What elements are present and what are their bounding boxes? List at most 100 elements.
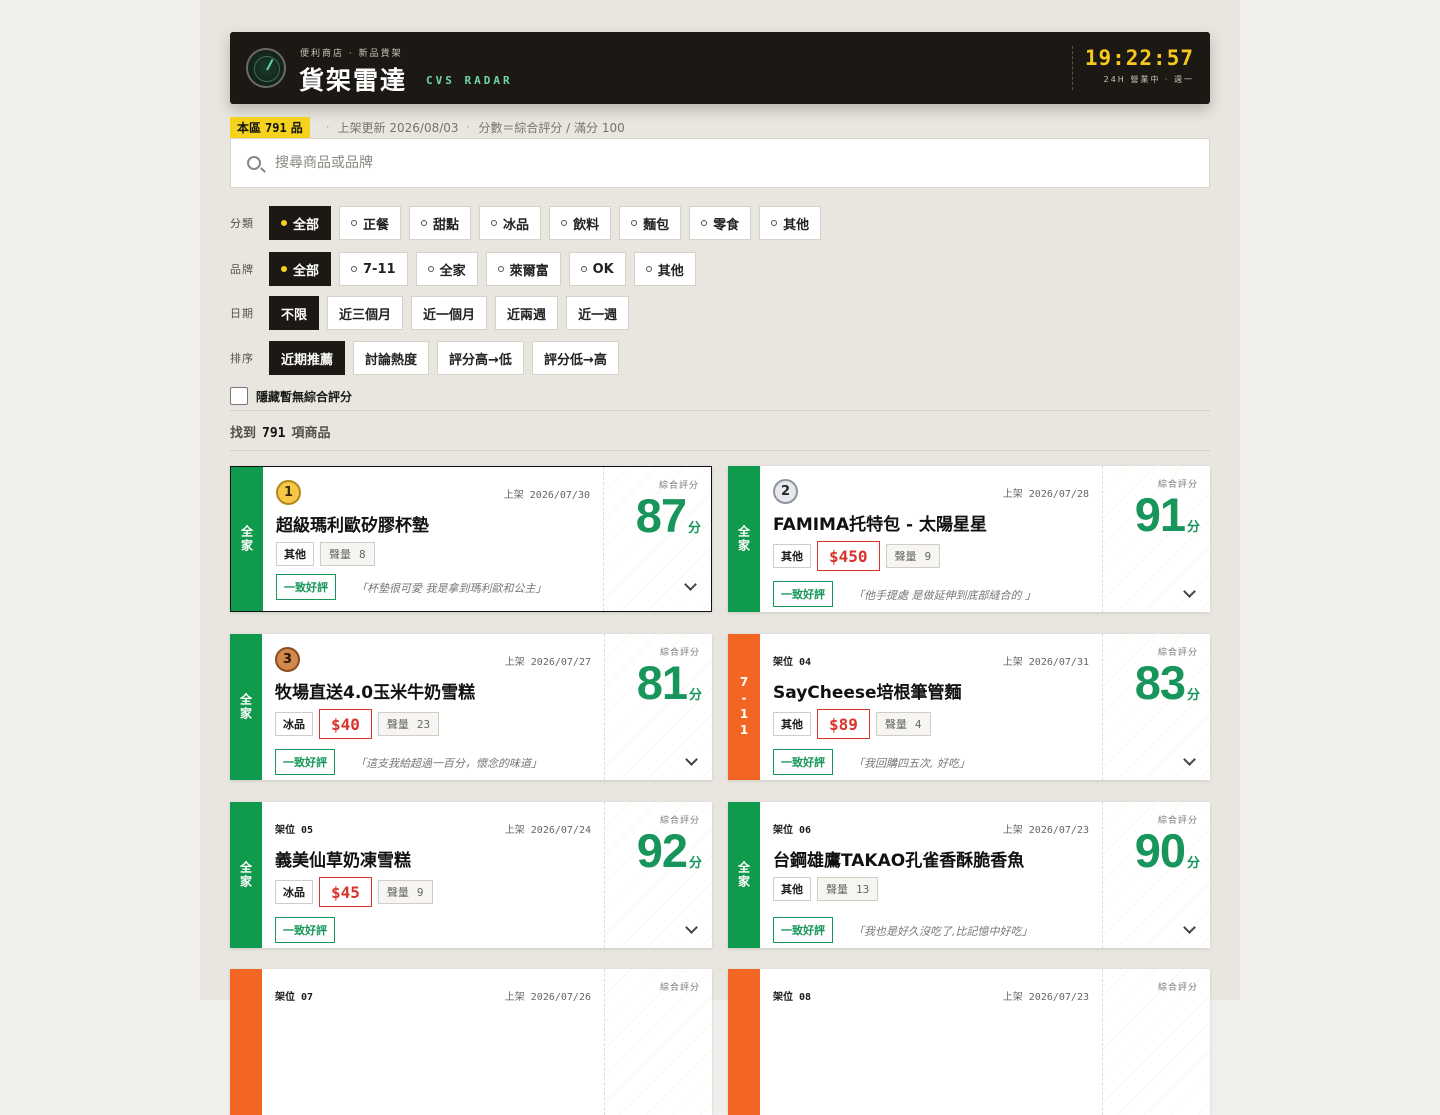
count-badge-suffix: 品 <box>290 120 303 135</box>
filter-chip-category[interactable]: 冰品 <box>479 206 542 240</box>
filter-chip-date[interactable]: 近一個月 <box>411 296 488 330</box>
review-quote: 「他手提處 是做延伸到底部縫合的 」 <box>853 589 1036 602</box>
filter-chip-sort[interactable]: 討論熱度 <box>353 341 430 375</box>
product-card[interactable]: 全家 架位 06 上架 2026/07/23 台鋼雄鷹TAKAO孔雀香酥脆香魚 其他 聲量… <box>728 802 1210 948</box>
clock: 19:22:57 <box>1084 46 1194 70</box>
brand-label: 全家 <box>736 525 751 553</box>
filter-chip-brand[interactable]: OK <box>568 252 626 286</box>
product-tags: 其他 聲量 13 <box>773 877 879 901</box>
chip-label: 近期推薦 <box>281 352 334 368</box>
product-tags: 其他 $89 聲量 4 <box>773 709 931 739</box>
listed-date-value: 2026/07/23 <box>1028 992 1089 1003</box>
filter-chip-category[interactable]: 其他 <box>759 206 822 240</box>
chip-dot-icon <box>645 266 652 272</box>
filter-chip-brand[interactable]: 萊爾富 <box>485 252 561 286</box>
brand-strip: 全家 <box>728 802 760 948</box>
category-tag: 其他 <box>773 877 811 901</box>
listed-date-value: 2026/07/24 <box>530 825 591 836</box>
chip-label: 飲料 <box>573 217 600 233</box>
filter-chip-sort[interactable]: 評分低→高 <box>531 341 619 375</box>
score-display: 83 分 <box>1135 655 1200 710</box>
chip-dot-icon <box>561 220 568 226</box>
chip-label: 評分高→低 <box>449 352 512 368</box>
score-unit: 分 <box>688 856 702 871</box>
product-card[interactable]: 全家 架位 05 上架 2026/07/24 義美仙草奶凍雪糕 冰品 $45 聲量 9 一致好評… <box>230 802 712 948</box>
volume-label: 聲量 <box>884 718 907 731</box>
filter-chip-date[interactable]: 近兩週 <box>495 296 559 330</box>
filter-chip-category[interactable]: 零食 <box>689 206 752 240</box>
volume-label: 聲量 <box>826 883 848 896</box>
chevron-down-icon[interactable] <box>685 753 698 766</box>
shelf-slot: 架位 04 <box>773 657 812 668</box>
hide-unrated-checkbox[interactable] <box>230 387 248 405</box>
listed-date: 上架 2026/07/24 <box>505 821 591 836</box>
chip-dot-icon <box>631 220 638 226</box>
product-name: 超級瑪利歐矽膠杯墊 <box>276 516 429 536</box>
listed-date-value: 2026/07/31 <box>1028 657 1089 668</box>
product-card[interactable]: 7-11 架位 04 上架 2026/07/31 SayCheese培根筆管麵 其他 $8… <box>728 634 1210 780</box>
score-unit: 分 <box>687 521 701 536</box>
score-label: 綜合評分 <box>1157 983 1198 993</box>
chip-label: 其他 <box>783 217 810 233</box>
score-column: 綜合評分 92 分 <box>604 802 712 948</box>
app-title: 貨架雷達 <box>299 66 408 95</box>
product-card[interactable]: 全家 2 上架 2026/07/28 FAMIMA托特包 - 太陽星星 其他 $450 聲量… <box>728 466 1210 612</box>
price-tag: $450 <box>817 541 880 571</box>
product-tags: 冰品 $40 聲量 23 <box>275 709 440 739</box>
chevron-down-icon[interactable] <box>1183 585 1196 598</box>
chip-label: OK <box>592 261 614 277</box>
shelf-slot: 架位 07 <box>275 992 314 1003</box>
filter-row-category: 分類 全部 正餐 甜點 冰品 飲料 麵包 零食 其他 <box>230 206 829 240</box>
filter-chip-date[interactable]: 近三個月 <box>327 296 404 330</box>
results-number: 791 <box>262 426 286 441</box>
product-card[interactable]: 架位 08 上架 2026/07/23 綜合評分 <box>728 969 1210 1115</box>
chevron-down-icon[interactable] <box>1183 753 1196 766</box>
filter-chip-brand[interactable]: 其他 <box>633 252 696 286</box>
score-value: 83 <box>1134 656 1186 709</box>
brand-strip <box>230 969 262 1115</box>
chip-dot-icon <box>281 266 287 272</box>
filter-chip-brand[interactable]: 全部 <box>269 252 332 286</box>
app-header: 便利商店 · 新品貨架 貨架雷達 CVS RADAR 19:22:57 24H … <box>230 32 1210 104</box>
chip-label: 全部 <box>293 217 320 233</box>
score-unit: 分 <box>1186 688 1200 703</box>
chevron-down-icon[interactable] <box>684 578 697 591</box>
chevron-down-icon[interactable] <box>685 921 698 934</box>
filter-chip-category[interactable]: 正餐 <box>339 206 402 240</box>
chip-label: 全部 <box>293 263 320 279</box>
filter-chip-date[interactable]: 近一週 <box>566 296 630 330</box>
verdict-badge: 一致好評 <box>773 917 833 943</box>
filter-chip-date[interactable]: 不限 <box>269 296 320 330</box>
filter-chip-brand[interactable]: 7-11 <box>339 252 408 286</box>
verdict-badge: 一致好評 <box>276 574 336 600</box>
product-card[interactable]: 架位 07 上架 2026/07/26 綜合評分 <box>230 969 712 1115</box>
category-tag: 冰品 <box>275 712 313 736</box>
volume-tag: 聲量 8 <box>320 542 375 566</box>
score-value: 92 <box>636 824 688 877</box>
filter-chip-category[interactable]: 麵包 <box>619 206 682 240</box>
filter-chip-category[interactable]: 甜點 <box>409 206 472 240</box>
results-count: 找到 791 項商品 <box>230 422 331 441</box>
score-column: 綜合評分 91 分 <box>1102 466 1210 612</box>
hide-unrated-label: 隱藏暫無綜合評分 <box>256 389 353 404</box>
count-badge: 本區 791 品 <box>230 116 310 138</box>
product-card[interactable]: 全家 1 上架 2026/07/30 超級瑪利歐矽膠杯墊 其他 聲量 8 一致好評 「杯墊很可愛… <box>230 466 712 612</box>
category-tag: 冰品 <box>275 880 313 904</box>
filter-chip-category[interactable]: 飲料 <box>549 206 612 240</box>
search-input[interactable] <box>275 151 1175 175</box>
product-card[interactable]: 全家 3 上架 2026/07/27 牧場直送4.0玉米牛奶雪糕 冰品 $40 聲量 23 一致… <box>230 634 712 780</box>
volume-value: 8 <box>359 547 366 561</box>
chip-label: 近兩週 <box>507 307 547 323</box>
filter-chip-sort[interactable]: 評分高→低 <box>437 341 524 375</box>
meta-bar: 本區 791 品 · 上架更新 2026/08/03 · 分數＝綜合評分 / 滿分 … <box>230 116 625 138</box>
radar-icon <box>246 48 286 88</box>
filter-chip-category[interactable]: 全部 <box>269 206 332 240</box>
chevron-down-icon[interactable] <box>1183 921 1196 934</box>
score-label: 綜合評分 <box>659 983 700 993</box>
score-value: 87 <box>635 489 687 542</box>
hide-unrated-toggle[interactable]: 隱藏暫無綜合評分 <box>230 387 352 405</box>
volume-tag: 聲量 13 <box>817 877 879 901</box>
score-value: 81 <box>636 656 688 709</box>
filter-chip-sort[interactable]: 近期推薦 <box>269 341 346 375</box>
filter-chip-brand[interactable]: 全家 <box>415 252 478 286</box>
